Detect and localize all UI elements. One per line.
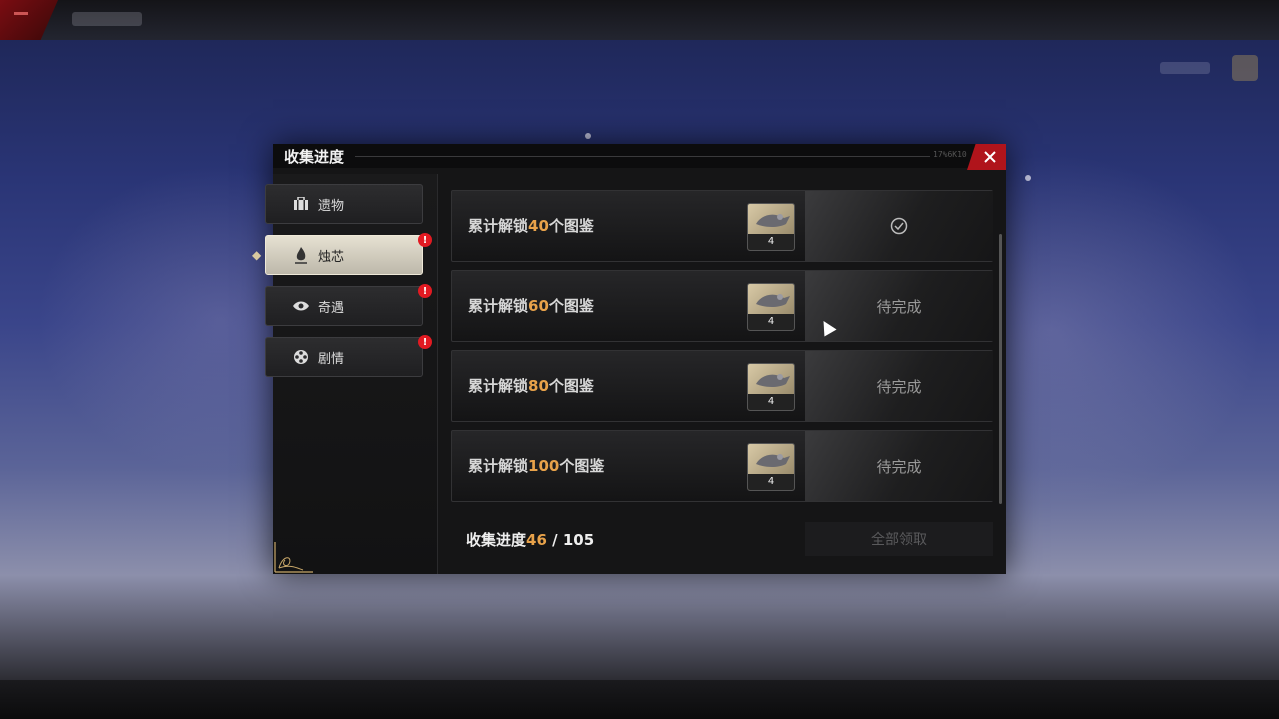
sidebar-item-label: 奇遇 [318,300,345,316]
task-status-pending[interactable]: 待完成 [805,431,993,501]
task-list-panel: 累计解锁40个图鉴 4 累计解锁60个图鉴 4 待完成 累计解锁80个图鉴 4 [439,174,1006,574]
task-row: 累计解锁100个图鉴 4 待完成 [451,430,993,502]
reward-item-icon [756,214,790,227]
task-target-number: 80 [528,377,549,395]
corner-ornament-icon [274,542,313,573]
background-sparkle [585,133,591,139]
reward-count: 4 [748,394,794,410]
reward-count: 4 [748,474,794,490]
task-description: 累计解锁100个图鉴 [468,455,604,476]
dialog-title: 收集进度 [284,148,345,166]
progress-current: 46 [526,531,547,549]
reward-count: 4 [748,234,794,250]
back-button[interactable] [0,0,58,40]
task-description: 累计解锁60个图鉴 [468,295,594,316]
top-bar [0,0,1279,40]
close-icon [984,151,996,163]
task-target-number: 60 [528,297,549,315]
reward-item[interactable]: 4 [747,443,795,491]
bottom-bar [0,680,1279,719]
sidebar-item-encounter[interactable]: 奇遇 ! [265,284,432,326]
category-sidebar: 遗物 ◆ 烛芯 ! 奇遇 ! 剧情 ! [252,174,438,574]
sidebar-item-label: 烛芯 [318,249,345,265]
notification-badge: ! [418,233,432,247]
reward-item-icon [756,294,790,307]
task-status-pending[interactable]: 待完成 [805,351,993,421]
top-title-blurred [72,12,142,26]
reward-item[interactable]: 4 [747,283,795,331]
check-circle-icon [890,217,908,235]
task-target-number: 100 [528,457,560,475]
back-icon [14,12,28,15]
collection-progress-dialog: 收集进度 17%6K10 遗物 ◆ 烛芯 ! 奇遇 ! 剧情 ! 累计解锁40个… [252,144,1006,574]
task-prefix: 累计解锁 [468,217,529,235]
reward-item[interactable]: 4 [747,203,795,251]
bag-icon[interactable] [1232,55,1258,81]
task-description: 累计解锁40个图鉴 [468,215,594,236]
task-suffix: 个图鉴 [548,377,594,395]
task-suffix: 个图鉴 [548,297,594,315]
eye-icon [292,297,310,315]
notification-badge: ! [418,335,432,349]
task-row: 累计解锁40个图鉴 4 [451,190,993,262]
dialog-header: 收集进度 17%6K10 [273,144,1006,168]
sidebar-item-label: 剧情 [318,351,345,367]
task-suffix: 个图鉴 [548,217,594,235]
sidebar-item-story[interactable]: 剧情 ! [265,335,432,377]
reward-item-icon [756,374,790,387]
scrollbar[interactable] [999,234,1002,504]
flame-icon [292,246,310,264]
film-reel-icon [292,348,310,366]
notification-badge: ! [418,284,432,298]
sidebar-item-wick[interactable]: ◆ 烛芯 ! [252,233,432,275]
progress-total: 105 [562,531,595,549]
reward-item-icon [756,454,790,467]
header-code: 17%6K10 [933,150,967,159]
task-prefix: 累计解锁 [468,297,529,315]
sidebar-item-label: 遗物 [318,198,345,214]
reward-item[interactable]: 4 [747,363,795,411]
task-description: 累计解锁80个图鉴 [468,375,594,396]
task-prefix: 累计解锁 [468,377,529,395]
task-target-number: 40 [528,217,549,235]
selected-marker-icon: ◆ [252,248,262,262]
task-prefix: 累计解锁 [468,457,529,475]
suitcase-icon [292,195,310,213]
reward-count: 4 [748,314,794,330]
sidebar-item-relics[interactable]: 遗物 [265,184,423,224]
right-label-blurred [1160,62,1210,74]
task-suffix: 个图鉴 [559,457,605,475]
collection-progress: 收集进度46 / 105 [466,529,594,550]
task-row: 累计解锁80个图鉴 4 待完成 [451,350,993,422]
task-completed-status [805,191,993,261]
background-sparkle [1025,175,1031,181]
progress-separator: / [546,531,563,549]
task-row: 累计解锁60个图鉴 4 待完成 [451,270,993,342]
claim-all-button[interactable]: 全部领取 [805,522,993,556]
progress-label: 收集进度 [466,531,527,549]
header-divider [355,156,930,157]
